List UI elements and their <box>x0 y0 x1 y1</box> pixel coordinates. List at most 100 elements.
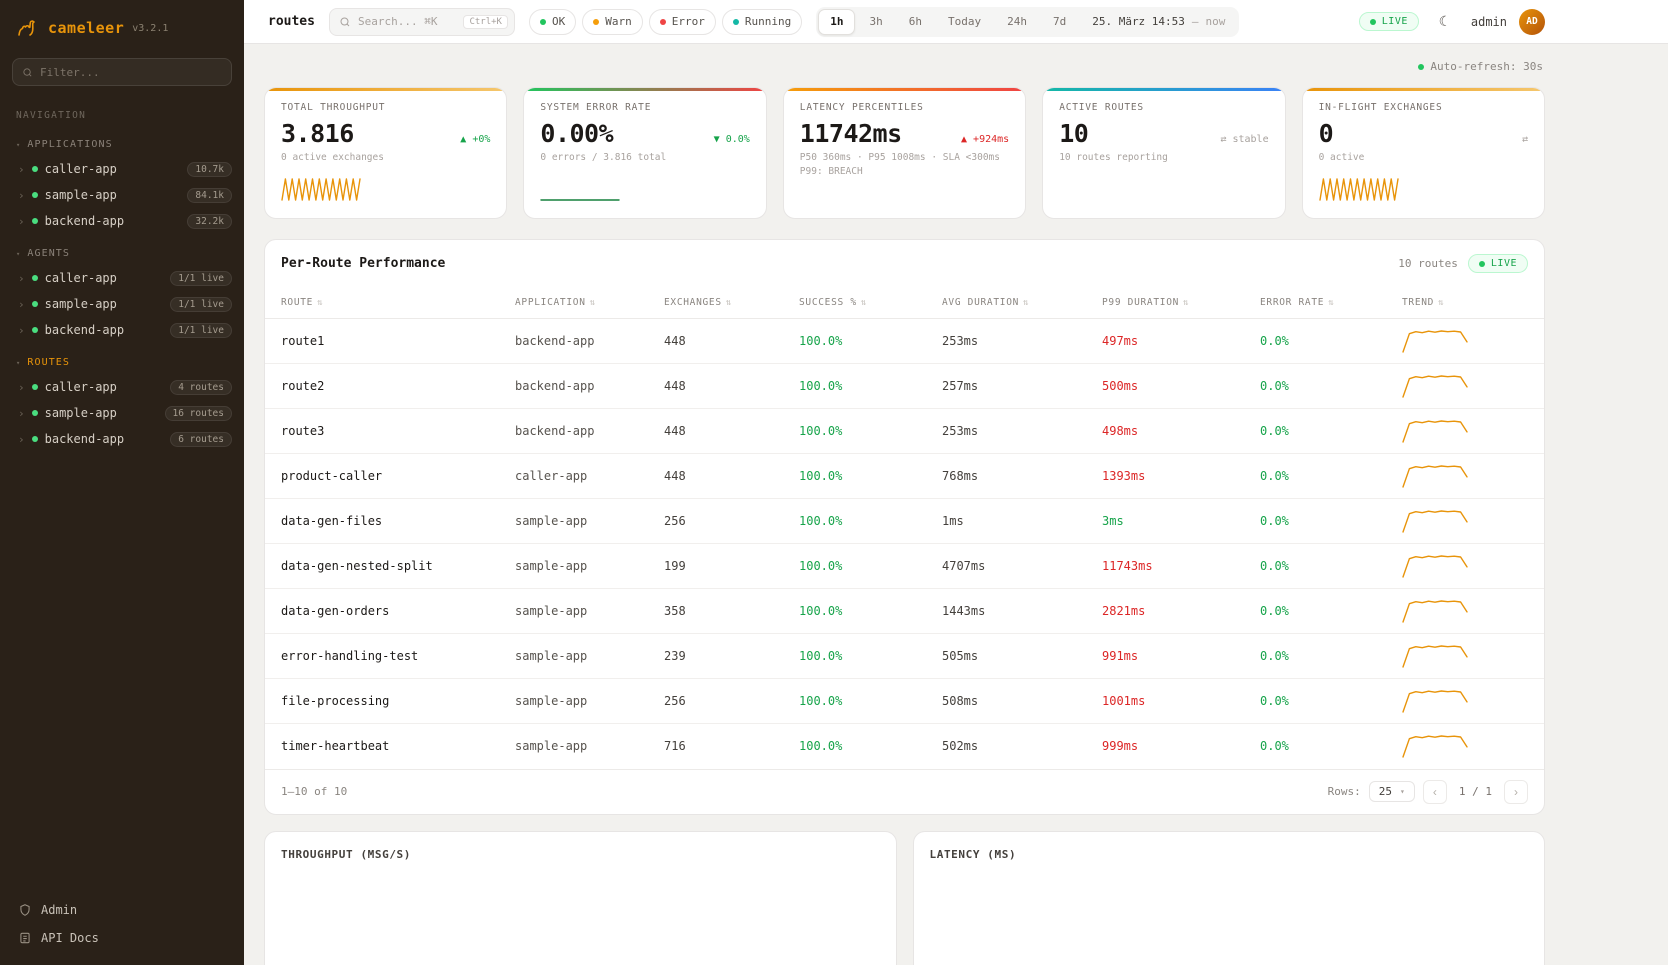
date-separator: — <box>1192 15 1199 28</box>
kpi-sparkline <box>540 176 749 206</box>
kpi-card: LATENCY PERCENTILES 11742ms ▲ +924ms P50… <box>783 87 1026 219</box>
table-column-header[interactable]: ROUTE⇅ <box>265 287 507 319</box>
table-column-header[interactable]: ERROR RATE⇅ <box>1252 287 1394 319</box>
table-footer: 1–10 of 10 Rows: 25 ▾ ‹ 1 / 1 › <box>265 769 1544 814</box>
cell-success: 100.0% <box>791 589 934 634</box>
sidebar-filter-input[interactable]: Filter... <box>12 58 232 86</box>
live-dot-icon <box>1479 261 1485 267</box>
status-filter-chip[interactable]: OK <box>529 9 576 35</box>
kpi-accent-bar <box>784 88 1025 91</box>
theme-toggle-button[interactable]: ☾ <box>1431 8 1459 36</box>
cell-success: 100.0% <box>791 679 934 724</box>
cell-p99-duration: 999ms <box>1094 724 1252 769</box>
date-range-picker[interactable]: 25. März 14:53 — now <box>1080 15 1237 28</box>
sidebar-item-api-docs[interactable]: API Docs <box>18 931 226 945</box>
sidebar-item[interactable]: › sample-app 84.1k <box>0 182 244 208</box>
sidebar-item[interactable]: › caller-app 4 routes <box>0 374 244 400</box>
cell-exchanges: 256 <box>656 499 791 544</box>
sidebar-item[interactable]: › sample-app 16 routes <box>0 400 244 426</box>
sidebar-section-title[interactable]: ▾ AGENTS <box>0 244 244 265</box>
status-filter-chip[interactable]: Warn <box>582 9 643 35</box>
search-icon <box>22 67 33 78</box>
sidebar-section-applications: ▾ APPLICATIONS › caller-app 10.7k › samp… <box>0 135 244 234</box>
cell-p99-duration: 498ms <box>1094 409 1252 454</box>
topbar-right: LIVE ☾ admin AD <box>1359 8 1545 36</box>
chevron-right-icon: › <box>18 381 25 394</box>
status-filter-chip[interactable]: Running <box>722 9 802 35</box>
table-row[interactable]: timer-heartbeat sample-app 716 100.0% 50… <box>265 724 1544 769</box>
sidebar-item[interactable]: › backend-app 1/1 live <box>0 317 244 343</box>
panel-title: Per-Route Performance <box>281 256 445 271</box>
cell-p99-duration: 1001ms <box>1094 679 1252 724</box>
table-row[interactable]: route2 backend-app 448 100.0% 257ms 500m… <box>265 364 1544 409</box>
cell-p99-duration: 1393ms <box>1094 454 1252 499</box>
table-column-header[interactable]: SUCCESS %⇅ <box>791 287 934 319</box>
app-version: v3.2.1 <box>132 23 168 34</box>
cell-success: 100.0% <box>791 409 934 454</box>
chevron-right-icon: › <box>18 433 25 446</box>
sidebar-item-admin[interactable]: Admin <box>18 903 226 917</box>
sidebar-item[interactable]: › caller-app 10.7k <box>0 156 244 182</box>
time-range-button[interactable]: 1h <box>818 9 855 35</box>
sort-icon: ⇅ <box>1183 298 1189 308</box>
sidebar-section-title[interactable]: ▾ APPLICATIONS <box>0 135 244 156</box>
chevron-right-icon: › <box>18 324 25 337</box>
table-column-header[interactable]: EXCHANGES⇅ <box>656 287 791 319</box>
table-column-header[interactable]: TREND⇅ <box>1394 287 1544 319</box>
kpi-subtitle: 0 errors / 3.816 total <box>540 152 749 163</box>
cell-error-rate: 0.0% <box>1252 409 1394 454</box>
table-row[interactable]: route3 backend-app 448 100.0% 253ms 498m… <box>265 409 1544 454</box>
sidebar-item[interactable]: › backend-app 6 routes <box>0 426 244 452</box>
search-input[interactable]: Search... ⌘K Ctrl+K <box>329 8 515 36</box>
time-range-button[interactable]: 3h <box>857 9 894 35</box>
kpi-card: TOTAL THROUGHPUT 3.816 ▲ +0% 0 active ex… <box>264 87 507 219</box>
trend-sparkline <box>1402 463 1468 489</box>
status-dot-icon <box>660 19 666 25</box>
chevron-down-icon: ▾ <box>16 359 21 367</box>
cell-avg-duration: 1443ms <box>934 589 1094 634</box>
kpi-subtitle-2: P99: BREACH <box>800 166 1009 177</box>
rows-per-page-select[interactable]: 25 ▾ <box>1369 781 1415 802</box>
chart-title: LATENCY (MS) <box>930 848 1529 861</box>
table-row[interactable]: file-processing sample-app 256 100.0% 50… <box>265 679 1544 724</box>
sidebar-section-title[interactable]: ▾ ROUTES <box>0 353 244 374</box>
table-column-header[interactable]: P99 DURATION⇅ <box>1094 287 1252 319</box>
sidebar-item[interactable]: › sample-app 1/1 live <box>0 291 244 317</box>
trend-sparkline <box>1402 643 1468 669</box>
cell-application: caller-app <box>507 454 656 499</box>
kpi-value: 0 <box>1319 119 1334 148</box>
kpi-subtitle: 0 active exchanges <box>281 152 490 163</box>
table-row[interactable]: data-gen-orders sample-app 358 100.0% 14… <box>265 589 1544 634</box>
table-row[interactable]: product-caller caller-app 448 100.0% 768… <box>265 454 1544 499</box>
sidebar-item[interactable]: › backend-app 32.2k <box>0 208 244 234</box>
time-range-button[interactable]: Today <box>936 9 993 35</box>
status-filter-chip[interactable]: Error <box>649 9 716 35</box>
per-route-performance-panel: Per-Route Performance 10 routes LIVE RO <box>264 239 1545 815</box>
time-range-button[interactable]: 6h <box>897 9 934 35</box>
table-row[interactable]: data-gen-files sample-app 256 100.0% 1ms… <box>265 499 1544 544</box>
table-row[interactable]: route1 backend-app 448 100.0% 253ms 497m… <box>265 319 1544 364</box>
avatar[interactable]: AD <box>1519 9 1545 35</box>
cell-avg-duration: 1ms <box>934 499 1094 544</box>
prev-page-button[interactable]: ‹ <box>1423 780 1447 804</box>
cell-error-rate: 0.0% <box>1252 544 1394 589</box>
kpi-accent-bar <box>1303 88 1544 91</box>
cell-error-rate: 0.0% <box>1252 634 1394 679</box>
live-badge: LIVE <box>1468 254 1528 273</box>
sort-icon: ⇅ <box>1023 298 1029 308</box>
next-page-button[interactable]: › <box>1504 780 1528 804</box>
sidebar-item[interactable]: › caller-app 1/1 live <box>0 265 244 291</box>
chevron-right-icon: › <box>18 298 25 311</box>
time-range-button[interactable]: 7d <box>1041 9 1078 35</box>
date-end: now <box>1206 15 1226 28</box>
time-range-button[interactable]: 24h <box>995 9 1039 35</box>
cell-p99-duration: 11743ms <box>1094 544 1252 589</box>
table-column-header[interactable]: APPLICATION⇅ <box>507 287 656 319</box>
table-column-header[interactable]: AVG DURATION⇅ <box>934 287 1094 319</box>
table-row[interactable]: data-gen-nested-split sample-app 199 100… <box>265 544 1544 589</box>
status-dot-icon <box>593 19 599 25</box>
cell-error-rate: 0.0% <box>1252 499 1394 544</box>
table-row[interactable]: error-handling-test sample-app 239 100.0… <box>265 634 1544 679</box>
cell-route: file-processing <box>265 679 507 724</box>
status-dot-icon <box>32 275 38 281</box>
